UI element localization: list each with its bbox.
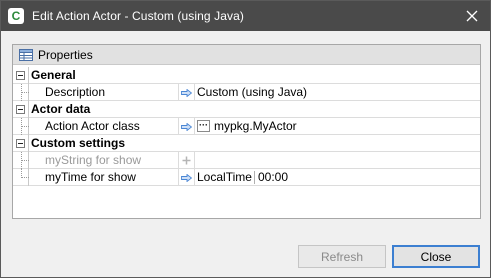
collapse-toggle[interactable]	[16, 105, 25, 114]
description-value[interactable]: Custom (using Java)	[197, 84, 307, 101]
plus-icon	[178, 152, 194, 169]
arrow-right-icon	[178, 169, 194, 186]
dialog-window: C Edit Action Actor - Custom (using Java…	[0, 0, 491, 278]
properties-header-label: Properties	[38, 47, 93, 62]
property-name: Description	[45, 85, 106, 99]
category-custom-settings[interactable]: Custom settings	[13, 135, 480, 152]
property-name: myTime for show	[45, 170, 136, 184]
property-row-description[interactable]: Description Custom (using Java)	[13, 84, 480, 101]
category-label: General	[31, 68, 76, 82]
property-row-mystring: myString for show	[13, 152, 480, 169]
property-name: Action Actor class	[45, 119, 140, 133]
collapse-toggle[interactable]	[16, 71, 25, 80]
properties-table-icon	[19, 48, 33, 61]
close-button[interactable]: Close	[392, 245, 480, 268]
refresh-button[interactable]: Refresh	[298, 245, 386, 268]
category-actor-data[interactable]: Actor data	[13, 101, 480, 118]
properties-header: Properties	[13, 45, 480, 65]
mytime-value-field[interactable]: 00:00	[258, 169, 288, 186]
collapse-toggle[interactable]	[16, 139, 25, 148]
title-bar[interactable]: C Edit Action Actor - Custom (using Java…	[1, 1, 490, 31]
browse-button[interactable]: ···	[197, 120, 210, 132]
properties-panel: Properties General Description Custom (u…	[12, 44, 481, 219]
arrow-right-icon	[178, 84, 194, 101]
arrow-right-icon	[178, 118, 194, 135]
close-icon[interactable]	[460, 5, 484, 27]
actor-class-value[interactable]: mypkg.MyActor	[214, 118, 297, 135]
category-label: Actor data	[31, 102, 91, 116]
property-grid: General Description Custom (using Java) …	[13, 67, 480, 186]
property-name: myString for show	[45, 153, 142, 167]
property-row-mytime[interactable]: myTime for show LocalTime 00:00	[13, 169, 480, 186]
app-logo-icon: C	[8, 8, 24, 24]
window-title: Edit Action Actor - Custom (using Java)	[32, 9, 244, 23]
category-label: Custom settings	[31, 136, 126, 150]
mytime-type-label: LocalTime	[197, 170, 252, 184]
category-general[interactable]: General	[13, 67, 480, 84]
property-row-action-actor-class[interactable]: Action Actor class ··· mypkg.MyActor	[13, 118, 480, 135]
